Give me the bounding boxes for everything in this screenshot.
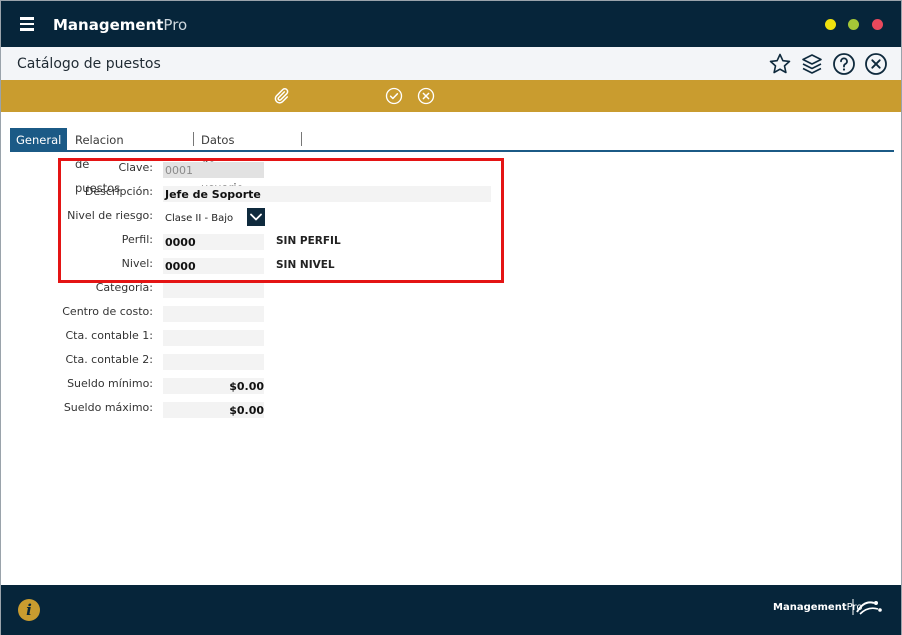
app-brand: ManagementPro [53, 16, 187, 34]
sueldo-maximo-label: Sueldo máximo: [63, 401, 153, 414]
tab-underline [10, 150, 894, 152]
page-header: Catálogo de puestos [1, 47, 901, 80]
maximize-dot[interactable] [848, 19, 859, 30]
centro-costo-field[interactable] [163, 306, 264, 322]
cta-contable-1-field[interactable] [163, 330, 264, 346]
paperclip-icon[interactable] [272, 87, 290, 105]
tab-relacion-puestos[interactable]: Relacion de puestos [75, 128, 124, 195]
tab-separator [301, 132, 302, 146]
footer-logo: ManagementPro [773, 602, 862, 613]
help-icon[interactable] [832, 52, 856, 76]
highlight-box [58, 158, 504, 283]
app-footer: i ManagementPro [1, 585, 901, 635]
check-circle-icon[interactable] [385, 87, 403, 105]
cta-contable-2-field[interactable] [163, 354, 264, 370]
footer-logo-main: Management [773, 602, 847, 613]
close-circle-icon[interactable] [864, 52, 888, 76]
cta-contable-2-label: Cta. contable 2: [65, 353, 153, 366]
brand-suffix: Pro [163, 16, 188, 34]
menu-icon[interactable] [20, 17, 34, 31]
sueldo-minimo-field[interactable]: $0.00 [163, 378, 264, 394]
app-top-bar: ManagementPro [1, 1, 901, 47]
brand-main: Management [53, 16, 164, 34]
tab-separator [193, 132, 194, 146]
info-icon[interactable]: i [18, 599, 40, 621]
sueldo-maximo-field[interactable]: $0.00 [163, 402, 264, 418]
brand-mark-icon [852, 599, 882, 615]
star-icon[interactable] [768, 52, 792, 76]
cancel-circle-icon[interactable] [417, 87, 435, 105]
action-toolbar [1, 80, 901, 112]
close-window-dot[interactable] [872, 19, 883, 30]
tab-general[interactable]: General [10, 128, 68, 150]
cta-contable-1-label: Cta. contable 1: [65, 329, 153, 342]
layers-icon[interactable] [800, 52, 824, 76]
tab-datos-usuario[interactable]: Datos de usuario [201, 128, 244, 195]
minimize-dot[interactable] [825, 19, 836, 30]
centro-costo-label: Centro de costo: [62, 305, 153, 318]
sueldo-minimo-label: Sueldo mínimo: [67, 377, 153, 390]
page-title: Catálogo de puestos [17, 56, 161, 72]
categoria-field[interactable] [163, 282, 264, 298]
